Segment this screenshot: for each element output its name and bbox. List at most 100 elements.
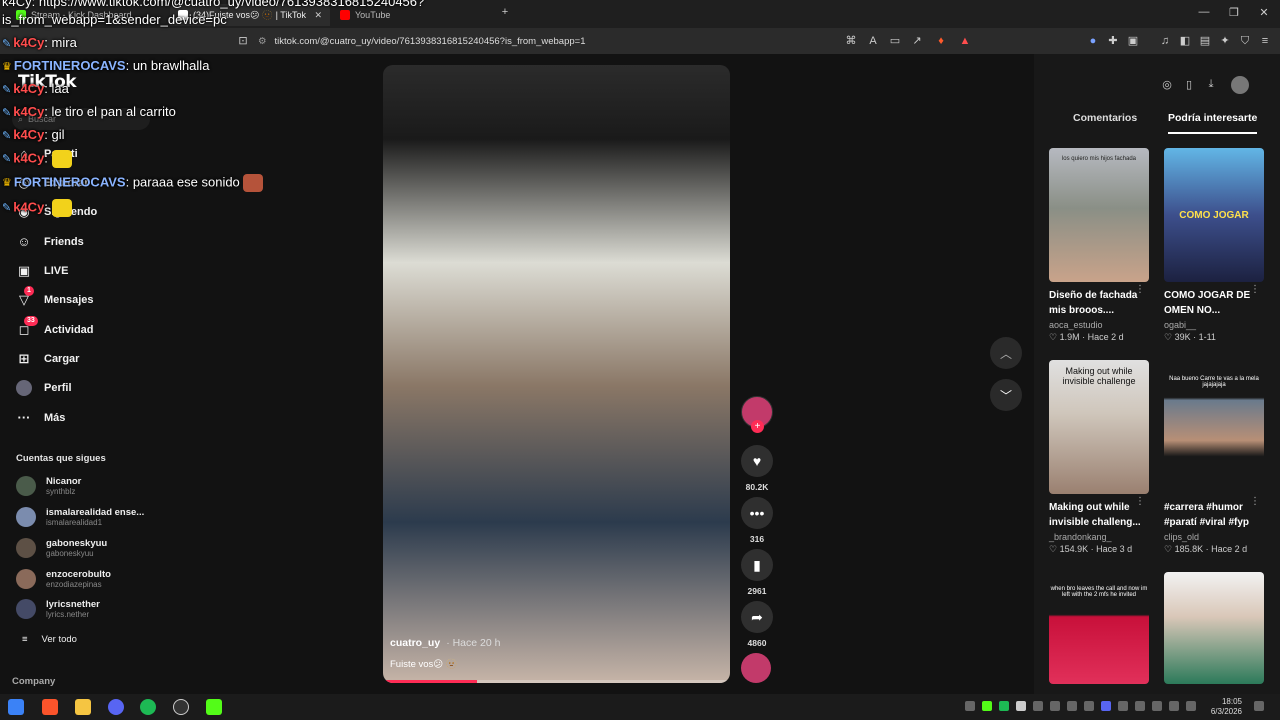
tray-icon[interactable]: [1067, 701, 1077, 711]
cast-icon[interactable]: ▭: [888, 34, 902, 48]
nav-item-explorar[interactable]: ◎ Explorar: [16, 171, 88, 195]
brave-browser-icon[interactable]: [42, 699, 58, 715]
translate-icon[interactable]: A: [866, 34, 880, 48]
nav-item-siguiendo[interactable]: ◉ Siguiendo: [16, 200, 97, 224]
tray-icon[interactable]: [1084, 701, 1094, 711]
nav-item-cargar[interactable]: ⊞ Cargar: [16, 347, 80, 371]
tray-icon[interactable]: [982, 701, 992, 711]
more-options-icon[interactable]: ⋮: [1250, 496, 1260, 507]
tray-icon[interactable]: [1050, 701, 1060, 711]
search-input[interactable]: ⌕ Buscar: [12, 108, 150, 130]
share-button[interactable]: ➦ 4860: [741, 601, 773, 648]
video-author[interactable]: cuatro_uy · Hace 20 h: [390, 637, 500, 649]
device-icon[interactable]: ▯: [1182, 78, 1196, 92]
brave-rewards-icon[interactable]: ▲: [958, 34, 972, 48]
following-account[interactable]: Nicanor synthblz: [16, 476, 81, 496]
recommended-video-card[interactable]: Naa bueno Carre te vas a la mela jajajaj…: [1164, 360, 1264, 555]
maximize-button[interactable]: ❐: [1224, 6, 1244, 19]
following-account[interactable]: ismalarealidad ense... ismalarealidad1: [16, 507, 144, 527]
card-author[interactable]: ogabi__: [1164, 320, 1264, 330]
close-tab-icon[interactable]: ✕: [314, 10, 322, 21]
card-author[interactable]: clips_old: [1164, 532, 1264, 542]
nav-item-actividad[interactable]: ◻ 33 Actividad: [16, 316, 94, 342]
close-window-button[interactable]: ✕: [1254, 6, 1274, 19]
nav-item-mensajes[interactable]: ▽ 1 Mensajes: [16, 286, 94, 312]
file-explorer-icon[interactable]: [75, 699, 91, 715]
new-tab-plus-icon[interactable]: +: [495, 6, 515, 18]
site-info-icon[interactable]: ⚙: [258, 36, 267, 47]
recommended-video-card[interactable]: [1164, 572, 1264, 684]
recommended-video-card[interactable]: when bro leaves the call and now im left…: [1049, 572, 1149, 684]
extensions-icon[interactable]: ✚: [1106, 34, 1120, 48]
nav-item-perfil[interactable]: Perfil: [16, 376, 72, 400]
music-disc-icon[interactable]: [741, 653, 771, 683]
video-author-name[interactable]: cuatro_uy: [390, 637, 440, 649]
see-all-link[interactable]: ≡ Ver todo: [22, 634, 77, 645]
menu-icon[interactable]: ≡: [1258, 34, 1272, 48]
previous-video-button[interactable]: ︿: [990, 337, 1022, 369]
tray-icon[interactable]: [1135, 701, 1145, 711]
compass-tool-icon[interactable]: ◎: [1160, 78, 1174, 92]
extension-circle-icon[interactable]: ●: [1086, 34, 1100, 48]
screenshot-icon[interactable]: ▣: [1126, 34, 1140, 48]
bookmark-icon[interactable]: ⊡: [236, 34, 250, 48]
following-account[interactable]: lyricsnether lyrics.nether: [16, 599, 100, 619]
tab-tiktok[interactable]: (34)Fuiste vos😕 🫥 | TikTok ✕: [170, 4, 330, 26]
tab-recommended[interactable]: Podría interesarte: [1168, 112, 1258, 134]
tray-icon[interactable]: [1152, 701, 1162, 711]
system-clock[interactable]: 18:05 6/3/2026: [1200, 697, 1242, 717]
notifications-icon[interactable]: [1254, 701, 1264, 711]
video-thumbnail[interactable]: Making out while invisible challenge: [1049, 360, 1149, 494]
kick-app-icon[interactable]: [206, 699, 222, 715]
minimize-button[interactable]: —: [1194, 6, 1214, 18]
follow-plus-icon[interactable]: +: [751, 420, 764, 433]
sidebar-toggle-icon[interactable]: ◧: [1178, 34, 1192, 48]
card-author[interactable]: aoca_estudio: [1049, 320, 1149, 330]
download-icon[interactable]: ⤓: [1204, 78, 1218, 92]
volume-icon[interactable]: [1186, 701, 1196, 711]
share-icon[interactable]: ↗: [910, 34, 924, 48]
more-options-icon[interactable]: ⋮: [1250, 284, 1260, 295]
nav-item-mas[interactable]: ··· Más: [16, 406, 66, 430]
video-thumbnail[interactable]: COMO JOGAR: [1164, 148, 1264, 282]
wallet-icon[interactable]: ▤: [1198, 34, 1212, 48]
next-video-button[interactable]: ﹀: [990, 379, 1022, 411]
video-thumbnail[interactable]: when bro leaves the call and now im left…: [1049, 572, 1149, 684]
video-thumbnail[interactable]: los quiero mis hijos fachada: [1049, 148, 1149, 282]
comment-button[interactable]: ••• 316: [741, 497, 773, 544]
obs-studio-icon[interactable]: [173, 699, 189, 715]
recommended-video-card[interactable]: Making out while invisible challenge Mak…: [1049, 360, 1149, 555]
video-thumbnail[interactable]: [1164, 572, 1264, 684]
tab-youtube[interactable]: YouTube: [332, 4, 398, 26]
tiktok-logo[interactable]: TikTok: [18, 72, 77, 92]
spotify-icon[interactable]: [140, 699, 156, 715]
tray-icon[interactable]: [965, 701, 975, 711]
card-author[interactable]: _brandonkang_: [1049, 532, 1149, 542]
vpn-shield-icon[interactable]: ⛉: [1238, 34, 1252, 48]
recommended-video-card[interactable]: COMO JOGAR COMO JOGAR DE OMEN NO... ⋮ og…: [1164, 148, 1264, 343]
nav-item-friends[interactable]: ☺ Friends: [16, 230, 83, 254]
media-icon[interactable]: ♫: [1158, 34, 1172, 48]
discord-icon[interactable]: [108, 699, 124, 715]
tab-comments[interactable]: Comentarios: [1073, 112, 1137, 124]
following-account[interactable]: enzocerobulto enzodiazepinas: [16, 569, 111, 589]
save-button[interactable]: ▮ 2961: [741, 549, 773, 596]
windows-start-icon[interactable]: [8, 699, 24, 715]
tray-icon[interactable]: [1101, 701, 1111, 711]
tray-icon[interactable]: [999, 701, 1009, 711]
tray-icon[interactable]: [1118, 701, 1128, 711]
recommended-video-card[interactable]: los quiero mis hijos fachada Diseño de f…: [1049, 148, 1149, 343]
user-avatar[interactable]: [1231, 76, 1249, 94]
nav-item-para-ti[interactable]: ⌂ Para ti: [16, 142, 78, 166]
video-progress-bar[interactable]: [383, 680, 730, 683]
following-account[interactable]: gaboneskyuu gaboneskyuu: [16, 538, 107, 558]
like-button[interactable]: ♥ 80.2K: [741, 445, 773, 492]
video-player[interactable]: cuatro_uy · Hace 20 h Fuiste vos😕 🫥: [383, 65, 730, 683]
tab-kick-dashboard[interactable]: Stream - Kick Dashboard: [8, 4, 140, 26]
tray-icon[interactable]: [1033, 701, 1043, 711]
company-link[interactable]: Company: [12, 676, 55, 687]
more-options-icon[interactable]: ⋮: [1135, 496, 1145, 507]
network-icon[interactable]: [1169, 701, 1179, 711]
nav-item-live[interactable]: ▣ LIVE: [16, 259, 69, 283]
brave-shields-icon[interactable]: ♦: [934, 34, 948, 48]
